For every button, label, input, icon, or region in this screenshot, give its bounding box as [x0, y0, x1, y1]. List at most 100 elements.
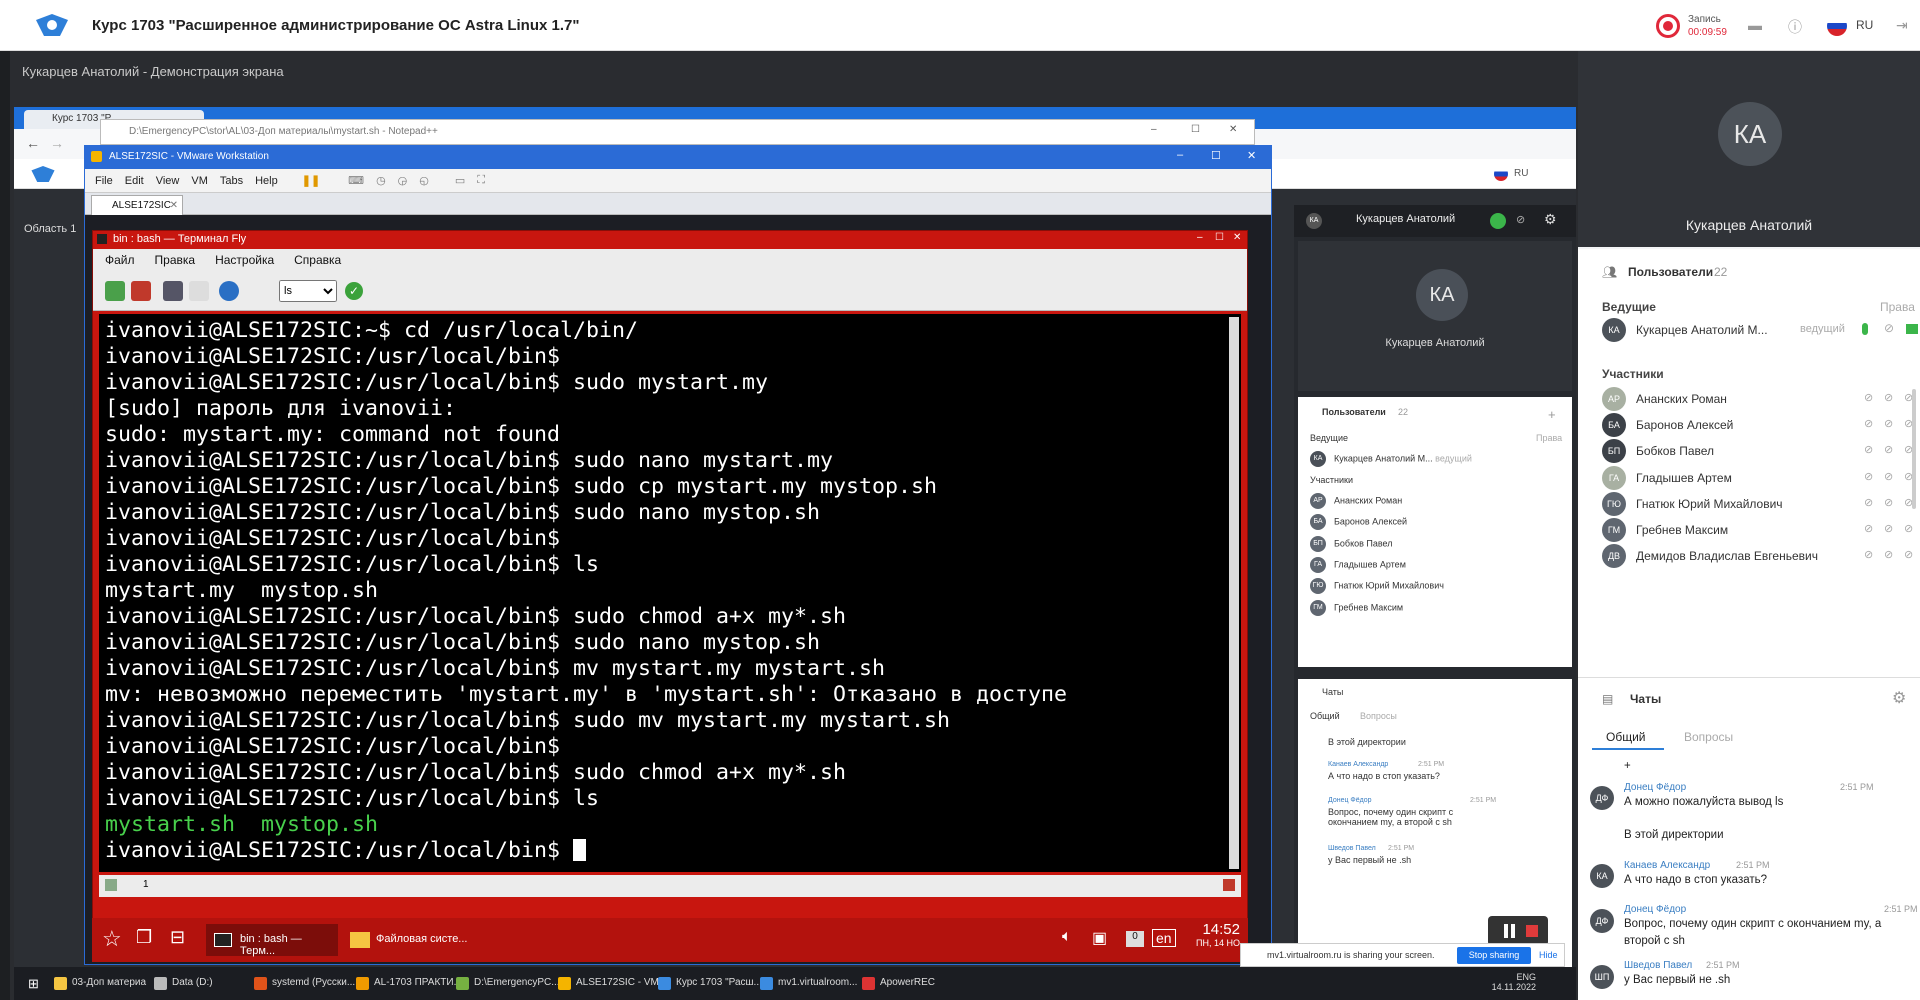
- host-taskbar-item[interactable]: 03-Доп материа: [52, 967, 146, 1000]
- language-selector[interactable]: RU: [1856, 18, 1873, 32]
- app-logo-icon[interactable]: [34, 12, 70, 38]
- camera-off-icon[interactable]: ⊘: [1884, 548, 1893, 561]
- fullscreen-icon[interactable]: ⛶: [477, 174, 485, 187]
- minimize-icon[interactable]: ‒: [1151, 124, 1157, 135]
- gear-icon[interactable]: ⚙: [1892, 688, 1906, 708]
- mic-icon[interactable]: [1490, 213, 1506, 229]
- close-tab-icon[interactable]: [1223, 879, 1235, 891]
- start-star-icon[interactable]: ☆: [102, 926, 122, 952]
- mic-icon[interactable]: [1862, 323, 1868, 335]
- minimize-icon[interactable]: ‒: [1177, 149, 1183, 161]
- host-taskbar-item[interactable]: AL-1703 ПРАКТИ...: [354, 967, 462, 1000]
- mic-off-icon[interactable]: ⊘: [1864, 391, 1873, 404]
- revert-snapshot-icon[interactable]: ◶: [398, 174, 408, 187]
- forward-icon[interactable]: →: [50, 135, 64, 151]
- terminal-tab-1[interactable]: 1: [143, 879, 149, 890]
- camera-off-icon[interactable]: ⊘: [1884, 321, 1894, 335]
- close-icon[interactable]: ✕: [1233, 232, 1241, 243]
- folder-icon[interactable]: ▬: [1748, 17, 1766, 33]
- maximize-icon[interactable]: ☐: [1215, 232, 1224, 243]
- snapshot-manager-icon[interactable]: ◵: [419, 174, 429, 187]
- participant-row[interactable]: БА Баронов Алексей: [1310, 514, 1407, 531]
- maximize-icon[interactable]: ☐: [1191, 124, 1200, 135]
- maximize-icon[interactable]: ☐: [1211, 149, 1221, 162]
- screen-off-icon[interactable]: ⊘: [1904, 522, 1913, 535]
- host-taskbar-item[interactable]: Курс 1703 "Расш...: [656, 967, 762, 1000]
- menu-settings[interactable]: Настройка: [215, 253, 274, 267]
- close-tab-icon[interactable]: ✕: [170, 200, 178, 211]
- host-taskbar-item[interactable]: Data (D:): [152, 967, 213, 1000]
- taskbar-item-terminal[interactable]: bin : bash — Терм...: [206, 924, 338, 957]
- flag-icon[interactable]: [1494, 167, 1508, 181]
- participant-row[interactable]: АР Ананских Роман: [1310, 493, 1402, 509]
- menu-tabs[interactable]: Tabs: [220, 175, 243, 187]
- show-desktop-icon[interactable]: ⊟: [170, 927, 185, 948]
- copy-icon[interactable]: [163, 281, 183, 301]
- vm-tab[interactable]: ALSE172SIC ✕: [91, 195, 183, 215]
- host-row[interactable]: КА Кукарцев Анатолий М... ведущий ⊘: [1602, 314, 1918, 344]
- network-icon[interactable]: ▣: [1092, 928, 1107, 948]
- mic-off-icon[interactable]: ⊘: [1864, 548, 1873, 561]
- close-icon[interactable]: ✕: [1247, 149, 1256, 162]
- users-scrollbar[interactable]: [1912, 389, 1916, 509]
- mic-off-icon[interactable]: ⊘: [1864, 522, 1873, 535]
- host-row[interactable]: КА Кукарцев Анатолий М... ведущий: [1310, 451, 1472, 467]
- host-clock[interactable]: ENG 14.11.2022: [1492, 972, 1536, 992]
- host-taskbar-item[interactable]: D:\EmergencyPC...: [454, 967, 560, 1000]
- camera-off-icon[interactable]: ⊘: [1884, 443, 1893, 456]
- participant-row[interactable]: ГМ Гребнев Максим: [1310, 599, 1403, 616]
- menu-view[interactable]: View: [156, 175, 180, 187]
- snapshot-icon[interactable]: ◷: [376, 174, 386, 187]
- menu-vm[interactable]: VM: [191, 175, 208, 187]
- terminal-prompt-line[interactable]: ivanovii@ALSE172SIC:/usr/local/bin$: [105, 838, 1241, 864]
- app-logo-icon[interactable]: [30, 164, 56, 184]
- menu-edit[interactable]: Правка: [155, 253, 196, 267]
- terminal-output[interactable]: ivanovii@ALSE172SIC:~$ cd /usr/local/bin…: [99, 314, 1241, 872]
- taskbar-item-filemanager[interactable]: Файловая систе...: [342, 924, 474, 956]
- tab-questions[interactable]: Вопросы: [1684, 730, 1733, 744]
- mic-off-icon[interactable]: ⊘: [1864, 496, 1873, 509]
- camera-off-icon[interactable]: ⊘: [1884, 417, 1893, 430]
- guest-clock[interactable]: 14:52 ПН, 14 НО: [1196, 921, 1240, 948]
- pause-icon[interactable]: ❚❚: [302, 174, 320, 187]
- search-icon[interactable]: [219, 281, 239, 301]
- back-icon[interactable]: ←: [26, 135, 40, 151]
- menu-edit[interactable]: Edit: [125, 175, 144, 187]
- pause-icon[interactable]: [1504, 924, 1508, 938]
- mic-off-icon[interactable]: ⊘: [1864, 443, 1873, 456]
- close-tab-icon[interactable]: [131, 281, 151, 301]
- menu-help[interactable]: Справка: [294, 253, 341, 267]
- send-keys-icon[interactable]: ⌨: [348, 174, 364, 187]
- host-taskbar-item[interactable]: systemd (Русски...: [252, 967, 355, 1000]
- host-taskbar-item[interactable]: ALSE172SIC - VM...: [556, 967, 667, 1000]
- gear-icon[interactable]: ⚙: [1544, 211, 1557, 228]
- keyboard-layout[interactable]: en: [1152, 929, 1176, 947]
- record-icon[interactable]: [1656, 14, 1680, 38]
- tab-general[interactable]: Общий: [1310, 711, 1340, 721]
- info-icon[interactable]: ⓘ: [1788, 17, 1806, 35]
- minimize-icon[interactable]: ‒: [1197, 232, 1203, 243]
- recording-controls[interactable]: [1488, 916, 1548, 946]
- new-tab-icon[interactable]: [105, 281, 125, 301]
- add-user-icon[interactable]: +: [1548, 407, 1556, 422]
- screen-off-icon[interactable]: ⊘: [1904, 548, 1913, 561]
- menu-file[interactable]: Файл: [105, 253, 135, 267]
- desktops-icon[interactable]: ❐: [136, 927, 152, 948]
- hide-button[interactable]: Hide: [1539, 950, 1558, 960]
- windows-start-icon[interactable]: ⊞: [28, 976, 39, 992]
- mic-off-icon[interactable]: ⊘: [1864, 470, 1873, 483]
- tab-general[interactable]: Общий: [1606, 730, 1646, 744]
- volume-icon[interactable]: 🔈︎: [1062, 928, 1072, 946]
- tab-questions[interactable]: Вопросы: [1360, 711, 1397, 721]
- camera-off-icon[interactable]: ⊘: [1884, 470, 1893, 483]
- notepad-window[interactable]: D:\EmergencyPC\stor\AL\03-Доп материалы\…: [100, 119, 1255, 145]
- mic-off-icon[interactable]: ⊘: [1864, 417, 1873, 430]
- participant-row[interactable]: ДВ Демидов Владислав Евгеньевич ⊘ ⊘ ⊘: [1602, 540, 1918, 570]
- camera-off-icon[interactable]: ⊘: [1884, 391, 1893, 404]
- camera-off-icon[interactable]: ⊘: [1884, 496, 1893, 509]
- close-icon[interactable]: ✕: [1229, 124, 1237, 135]
- menu-help[interactable]: Help: [255, 175, 278, 187]
- command-combo[interactable]: ls: [279, 280, 337, 302]
- execute-icon[interactable]: ✓: [345, 282, 363, 300]
- camera-off-icon[interactable]: ⊘: [1884, 522, 1893, 535]
